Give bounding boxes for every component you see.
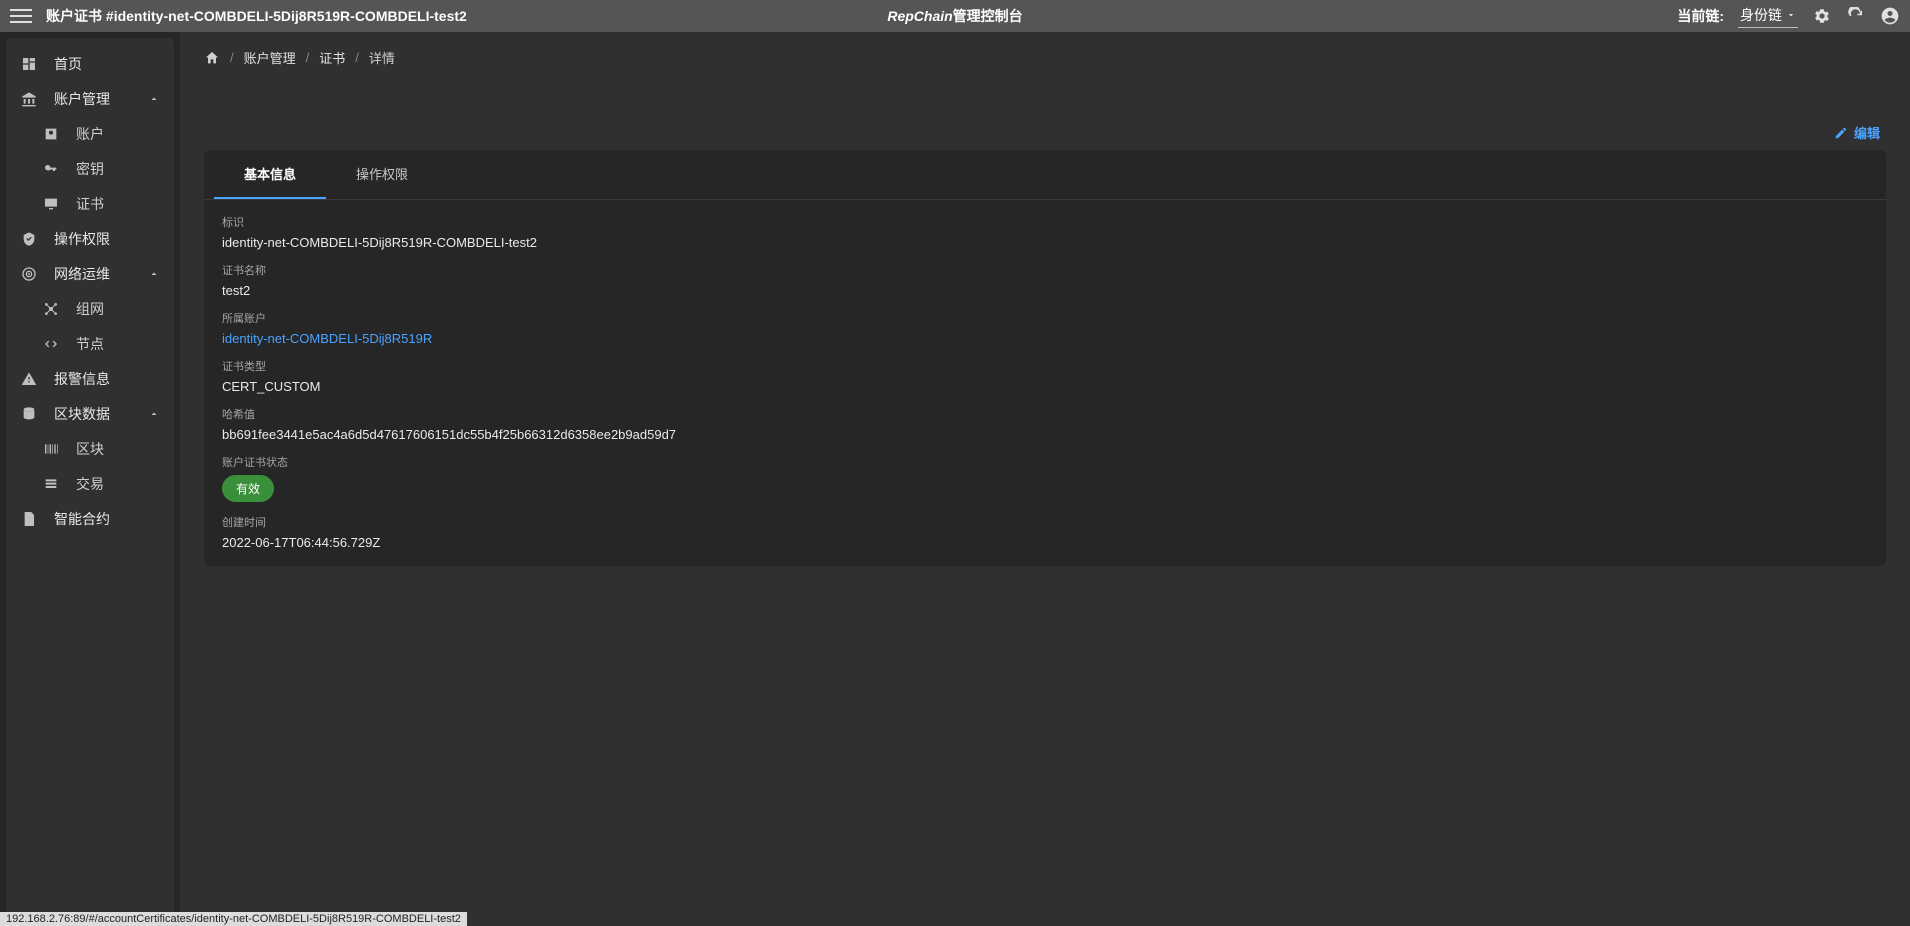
user-circle-icon <box>1880 6 1900 26</box>
breadcrumb-account-mgmt[interactable]: 账户管理 <box>244 48 296 67</box>
shield-icon <box>20 230 38 248</box>
field-cert-type: 证书类型 CERT_CUSTOM <box>222 358 1868 394</box>
chain-selected-value: 身份链 <box>1740 5 1782 25</box>
tab-op-perm[interactable]: 操作权限 <box>326 150 438 199</box>
field-label: 账户证书状态 <box>222 454 1868 470</box>
sidebar-item-label: 报警信息 <box>54 369 110 389</box>
sidebar-item-alert[interactable]: 报警信息 <box>6 361 174 396</box>
sidebar-item-label: 组网 <box>76 299 104 319</box>
breadcrumb-detail: 详情 <box>369 48 395 67</box>
sidebar-item-key[interactable]: 密钥 <box>6 151 174 186</box>
edit-button[interactable]: 编辑 <box>1834 123 1880 142</box>
sidebar-item-tx[interactable]: 交易 <box>6 466 174 501</box>
sidebar-item-label: 节点 <box>76 334 104 354</box>
app-title: RepChain管理控制台 <box>887 6 1022 26</box>
key-icon <box>42 160 60 178</box>
list-icon <box>42 475 60 493</box>
sidebar-item-label: 账户管理 <box>54 89 110 109</box>
pencil-icon <box>1834 126 1848 140</box>
code-icon <box>42 335 60 353</box>
refresh-button[interactable] <box>1846 6 1866 26</box>
tabs: 基本信息 操作权限 <box>204 150 1886 200</box>
field-label: 标识 <box>222 214 1868 230</box>
chevron-up-icon <box>148 408 160 420</box>
hub-icon <box>42 300 60 318</box>
sidebar-item-label: 区块数据 <box>54 404 110 424</box>
database-icon <box>20 405 38 423</box>
sidebar-item-label: 区块 <box>76 439 104 459</box>
field-id: 标识 identity-net-COMBDELI-5Dij8R519R-COMB… <box>222 214 1868 250</box>
field-value: CERT_CUSTOM <box>222 379 1868 394</box>
sidebar-item-account-mgmt[interactable]: 账户管理 <box>6 81 174 116</box>
dashboard-icon <box>20 55 38 73</box>
field-label: 创建时间 <box>222 514 1868 530</box>
field-owner: 所属账户 identity-net-COMBDELI-5Dij8R519R <box>222 310 1868 346</box>
breadcrumb: / 账户管理 / 证书 / 详情 <box>186 38 1904 77</box>
field-value: 2022-06-17T06:44:56.729Z <box>222 535 1868 550</box>
sidebar: 首页 账户管理 账户 密钥 证书 <box>0 32 180 926</box>
owner-account-link[interactable]: identity-net-COMBDELI-5Dij8R519R <box>222 331 1868 346</box>
sidebar-item-home[interactable]: 首页 <box>6 46 174 81</box>
sidebar-item-label: 密钥 <box>76 159 104 179</box>
sidebar-item-contract[interactable]: 智能合约 <box>6 501 174 536</box>
browser-status-url: 192.168.2.76:89/#/accountCertificates/id… <box>0 912 467 926</box>
breadcrumb-cert[interactable]: 证书 <box>319 48 345 67</box>
warning-icon <box>20 370 38 388</box>
field-created: 创建时间 2022-06-17T06:44:56.729Z <box>222 514 1868 550</box>
monitor-icon <box>42 195 60 213</box>
home-icon[interactable] <box>204 50 220 66</box>
radar-icon <box>20 265 38 283</box>
menu-toggle-button[interactable] <box>10 5 32 27</box>
chain-select[interactable]: 身份链 <box>1738 5 1798 28</box>
sidebar-item-label: 账户 <box>76 124 104 144</box>
field-value: test2 <box>222 283 1868 298</box>
sidebar-item-label: 交易 <box>76 474 104 494</box>
sidebar-item-net-ops[interactable]: 网络运维 <box>6 256 174 291</box>
sidebar-item-label: 操作权限 <box>54 229 110 249</box>
sidebar-item-label: 首页 <box>54 54 82 74</box>
sidebar-item-network[interactable]: 组网 <box>6 291 174 326</box>
tab-basic-info[interactable]: 基本信息 <box>214 150 326 199</box>
sidebar-item-label: 智能合约 <box>54 509 110 529</box>
sidebar-item-label: 证书 <box>76 194 104 214</box>
chevron-up-icon <box>148 268 160 280</box>
field-cert-name: 证书名称 test2 <box>222 262 1868 298</box>
field-label: 哈希值 <box>222 406 1868 422</box>
field-label: 证书名称 <box>222 262 1868 278</box>
account-box-icon <box>42 125 60 143</box>
current-chain-label: 当前链: <box>1677 6 1724 26</box>
refresh-icon <box>1847 7 1865 25</box>
status-badge: 有效 <box>222 475 274 502</box>
bank-icon <box>20 90 38 108</box>
field-status: 账户证书状态 有效 <box>222 454 1868 502</box>
main-area: / 账户管理 / 证书 / 详情 编辑 基本信息 操作权限 <box>180 32 1910 926</box>
settings-button[interactable] <box>1812 6 1832 26</box>
account-button[interactable] <box>1880 6 1900 26</box>
field-value: identity-net-COMBDELI-5Dij8R519R-COMBDEL… <box>222 235 1868 250</box>
sidebar-item-block[interactable]: 区块 <box>6 431 174 466</box>
chevron-down-icon <box>1786 10 1796 20</box>
sidebar-item-label: 网络运维 <box>54 264 110 284</box>
document-icon <box>20 510 38 528</box>
topbar: 账户证书 #identity-net-COMBDELI-5Dij8R519R-C… <box>0 0 1910 32</box>
barcode-icon <box>42 440 60 458</box>
page-title: 账户证书 #identity-net-COMBDELI-5Dij8R519R-C… <box>46 6 467 26</box>
sidebar-item-block-data[interactable]: 区块数据 <box>6 396 174 431</box>
sidebar-item-node[interactable]: 节点 <box>6 326 174 361</box>
field-label: 证书类型 <box>222 358 1868 374</box>
sidebar-item-cert[interactable]: 证书 <box>6 186 174 221</box>
gear-icon <box>1813 7 1831 25</box>
sidebar-item-op-perm[interactable]: 操作权限 <box>6 221 174 256</box>
detail-panel: 编辑 基本信息 操作权限 标识 identity-net-COMBDELI-5D… <box>186 87 1904 592</box>
sidebar-item-account[interactable]: 账户 <box>6 116 174 151</box>
detail-card: 基本信息 操作权限 标识 identity-net-COMBDELI-5Dij8… <box>204 150 1886 566</box>
field-label: 所属账户 <box>222 310 1868 326</box>
field-hash: 哈希值 bb691fee3441e5ac4a6d5d47617606151dc5… <box>222 406 1868 442</box>
chevron-up-icon <box>148 93 160 105</box>
field-value: bb691fee3441e5ac4a6d5d47617606151dc55b4f… <box>222 427 1868 442</box>
